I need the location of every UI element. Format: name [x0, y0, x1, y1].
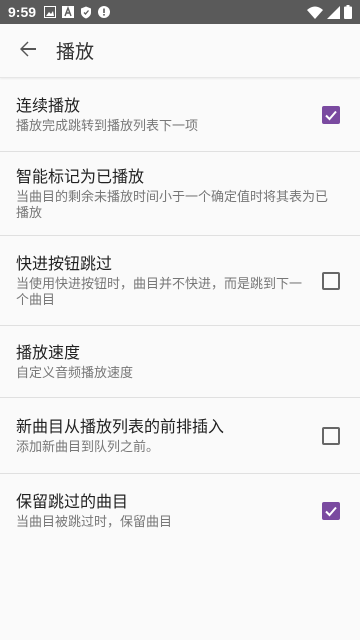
signal-icon: [327, 5, 340, 19]
pref-summary: 当曲目被跳过时，保留曲目: [16, 515, 173, 530]
pref-playback-speed[interactable]: 播放速度 自定义音频播放速度: [0, 326, 360, 398]
back-button[interactable]: [0, 24, 56, 78]
pref-title: 智能标记为已播放: [16, 166, 145, 186]
enqueue-front-checkbox[interactable]: [322, 426, 340, 445]
pref-fast-forward-skips[interactable]: 快进按钮跳过 当使用快进按钮时，曲目并不快进，而是跳到下一个曲目: [0, 236, 360, 326]
status-time: 9:59: [8, 4, 37, 20]
pref-summary: 播放完成跳转到播放列表下一项: [16, 118, 199, 134]
image-icon: [44, 6, 57, 18]
keep-skipped-checkbox[interactable]: [322, 502, 340, 520]
pref-title: 连续播放: [16, 95, 81, 115]
pref-title: 快进按钮跳过: [16, 253, 113, 273]
battery-icon: [344, 5, 352, 19]
continuous-play-checkbox[interactable]: [322, 105, 340, 124]
pref-summary: 添加新曲目到队列之前。: [16, 439, 160, 455]
pref-enqueue-front[interactable]: 新曲目从播放列表的前排插入 添加新曲目到队列之前。: [0, 398, 360, 474]
status-right-icons: [307, 5, 352, 19]
fast-forward-skips-checkbox[interactable]: [322, 271, 340, 290]
alert-icon: [98, 6, 111, 18]
status-left-icons: [44, 6, 111, 19]
pref-smart-mark-played[interactable]: 智能标记为已播放 当曲目的剩余未播放时间小于一个确定值时将其表为已播放: [0, 152, 360, 236]
pref-title: 播放速度: [16, 342, 81, 362]
pref-keep-skipped[interactable]: 保留跳过的曲目 当曲目被跳过时，保留曲目: [0, 474, 360, 548]
shield-icon: [80, 6, 92, 19]
wifi-icon: [307, 6, 323, 19]
text-a-icon: [62, 6, 75, 18]
pref-summary: 自定义音频播放速度: [16, 365, 134, 381]
arrow-back-icon: [19, 40, 37, 62]
app-bar: 播放: [0, 24, 360, 78]
pref-title: 保留跳过的曲目: [16, 492, 129, 511]
check-icon: [325, 110, 337, 120]
status-bar: 9:59: [0, 0, 360, 24]
check-icon: [325, 506, 337, 517]
preferences-list: 连续播放 播放完成跳转到播放列表下一项 智能标记为已播放 当曲目的剩余未播放时间…: [0, 78, 360, 548]
pref-summary: 当曲目的剩余未播放时间小于一个确定值时将其表为已播放: [16, 189, 329, 221]
pref-summary: 当使用快进按钮时，曲目并不快进，而是跳到下一个曲目: [16, 276, 303, 308]
page-title: 播放: [56, 41, 95, 63]
pref-title: 新曲目从播放列表的前排插入: [16, 416, 225, 436]
pref-continuous-play[interactable]: 连续播放 播放完成跳转到播放列表下一项: [0, 78, 360, 152]
